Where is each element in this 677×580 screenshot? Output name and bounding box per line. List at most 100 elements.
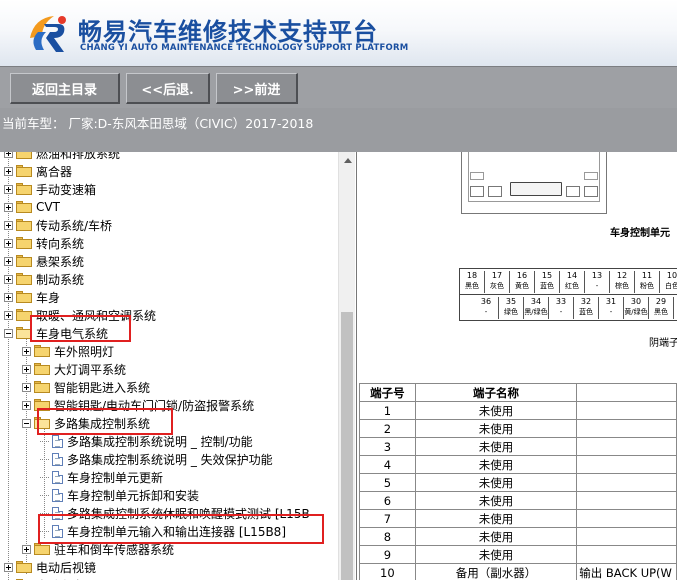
pin-color: 蓝色 [579, 308, 593, 316]
table-cell: 10 [359, 563, 416, 580]
connector-pin: 14 红色 [560, 271, 585, 293]
connector-pin: 13 - [585, 271, 610, 293]
pin-color: 绿色 [504, 308, 518, 316]
pin-color: 白色 [665, 282, 677, 290]
pin-number: 31 [605, 297, 617, 306]
tree-item-label: 电动后视镜 [36, 560, 97, 575]
document-icon [52, 434, 63, 448]
collapse-icon[interactable] [4, 328, 13, 338]
table-cell: 6 [359, 491, 416, 510]
table-cell [576, 491, 677, 510]
pin-number: 17 [491, 271, 503, 280]
pin-table: 端子号 端子名称 1 未使用 2 未使用 3 未使用 4 未使用 5 未使用 6 未使用 7 未使用 8 未使… [359, 383, 677, 580]
tree-item[interactable]: 悬架系统 [4, 252, 84, 270]
tree-item[interactable]: 传动系统/车桥 [4, 216, 112, 234]
expand-icon[interactable] [4, 202, 13, 212]
tree-item[interactable]: 车身 [4, 288, 60, 306]
folder-icon [16, 183, 32, 195]
expand-icon[interactable] [22, 364, 31, 374]
folder-icon [16, 255, 32, 267]
expand-icon[interactable] [22, 382, 31, 392]
pin-color: 灰色 [490, 282, 504, 290]
scroll-up-arrow-icon[interactable] [339, 152, 356, 169]
expand-icon[interactable] [22, 544, 31, 554]
pin-color: - [484, 308, 488, 316]
pin-color: 黑/绿色 [524, 308, 548, 316]
tree-item[interactable]: 大灯调平系统 [22, 360, 126, 378]
pin-color: 黄色 [515, 282, 529, 290]
tree-item-label: 燃油和排放系统 [36, 152, 121, 161]
expand-icon[interactable] [4, 562, 13, 572]
table-cell: 备用（副水器） [414, 563, 578, 580]
tree-scrollbar[interactable] [338, 152, 355, 580]
table-cell: 9 [359, 545, 416, 564]
pin-color: 粉色 [640, 282, 654, 290]
connector-pin: 15 蓝色 [535, 271, 560, 293]
pin-number: 33 [555, 297, 567, 306]
tree-navigation: 燃油和排放系统 离合器 手动变速箱 CVT 传动系统/车桥 转向系统 悬架系统 制动系统 车身取… [0, 152, 356, 580]
pin-color: - [559, 308, 563, 316]
pin-number: 12 [616, 271, 628, 280]
back-button[interactable]: <<后退. [126, 73, 210, 104]
connector-pin: 36 - [474, 297, 499, 319]
tree-item[interactable]: 转向系统 [4, 234, 84, 252]
expand-icon[interactable] [4, 256, 13, 266]
folder-icon [34, 543, 50, 555]
expand-icon[interactable] [4, 274, 13, 284]
tree-item[interactable]: 制动系统 [4, 270, 84, 288]
table-cell: 2 [359, 419, 416, 438]
table-row: 4 未使用 [359, 455, 677, 474]
folder-icon [34, 381, 50, 393]
tree-item[interactable]: 智能钥匙进入系统 [22, 378, 150, 396]
scrollbar-thumb[interactable] [341, 312, 353, 580]
forward-button[interactable]: >>前进 [216, 73, 298, 104]
table-cell: 5 [359, 473, 416, 492]
tree-item[interactable]: 电动车窗 [4, 576, 84, 580]
pin-number: 18 [466, 271, 478, 280]
tree-item[interactable]: 多路集成控制系统说明 _ 失效保护功能 [40, 450, 273, 468]
table-cell [576, 401, 677, 420]
tree-item[interactable]: 手动变速箱 [4, 180, 96, 198]
expand-icon[interactable] [4, 152, 13, 158]
current-vehicle-label: 当前车型： 厂家:D-东风本田思域（CIVIC）2017-2018 [2, 116, 314, 131]
pin-number: 36 [480, 297, 492, 306]
table-row: 3 未使用 [359, 437, 677, 456]
diagram-caption: 车身控制单元 [610, 228, 670, 239]
tree-item[interactable]: 车身控制单元更新 [40, 468, 163, 486]
table-cell: 未使用 [414, 527, 578, 546]
expand-icon[interactable] [4, 220, 13, 230]
expand-icon[interactable] [22, 400, 31, 410]
expand-icon[interactable] [4, 310, 13, 320]
highlight-multiplex-system [37, 408, 173, 435]
expand-icon[interactable] [4, 166, 13, 176]
collapse-icon[interactable] [22, 418, 31, 428]
brand-subtitle: CHANG YI AUTO MAINTENANCE TECHNOLOGY SUP… [80, 43, 409, 53]
expand-icon[interactable] [4, 238, 13, 248]
connector-housing-diagram [461, 152, 607, 214]
expand-icon[interactable] [4, 184, 13, 194]
expand-icon[interactable] [22, 346, 31, 356]
pin-number: 10 [666, 271, 677, 280]
column-header: 端子名称 [414, 383, 578, 402]
table-cell [576, 527, 677, 546]
table-cell [576, 437, 677, 456]
expand-icon[interactable] [4, 292, 13, 302]
pin-number: 32 [580, 297, 592, 306]
tree-item[interactable]: 车身控制单元拆卸和安装 [40, 486, 199, 504]
tree-item-label: 传动系统/车桥 [36, 218, 113, 233]
tree-item[interactable]: 燃油和排放系统 [4, 152, 120, 162]
tree-item[interactable]: CVT [4, 198, 60, 216]
vehicle-info-bar: 当前车型： 厂家:D-东风本田思域（CIVIC）2017-2018 [0, 108, 677, 152]
tree-item[interactable]: 电动后视镜 [4, 558, 96, 576]
home-button[interactable]: 返回主目录 [10, 73, 120, 104]
tree-item[interactable]: 离合器 [4, 162, 72, 180]
table-cell: 未使用 [414, 437, 578, 456]
table-row: 1 未使用 [359, 401, 677, 420]
connector-pin: 31 - [599, 297, 624, 319]
tree-item[interactable]: 车外照明灯 [22, 342, 114, 360]
tree-item-label: 车身 [36, 290, 61, 305]
folder-icon [16, 219, 32, 231]
tree-item-label: CVT [36, 200, 60, 214]
table-row: 8 未使用 [359, 527, 677, 546]
nav-toolbar: 返回主目录 <<后退. >>前进 [0, 66, 677, 108]
